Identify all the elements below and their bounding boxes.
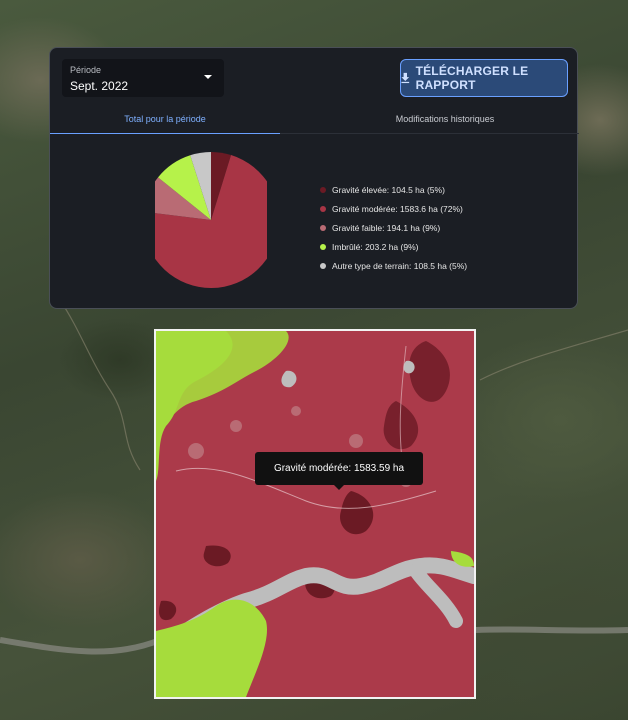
pie-legend: Gravité élevée: 104.5 ha (5%) Gravité mod…: [320, 180, 570, 275]
burn-severity-map[interactable]: [154, 329, 476, 699]
legend-dot-1: [320, 205, 326, 212]
legend-item-3[interactable]: Imbrûlé: 203.2 ha (9%): [320, 237, 570, 256]
tab-history[interactable]: Modifications historiques: [330, 108, 560, 133]
report-panel: Période Sept. 2022 TÉLÉCHARGER LE RAPPOR…: [49, 47, 579, 309]
map-tooltip: Gravité modérée: 1583.59 ha: [255, 452, 423, 485]
legend-dot-0: [320, 186, 326, 193]
legend-dot-2: [320, 224, 326, 231]
download-report-label: TÉLÉCHARGER LE RAPPORT: [415, 64, 529, 92]
legend-item-1[interactable]: Gravité modérée: 1583.6 ha (72%): [320, 199, 570, 218]
tooltip-arrow: [334, 485, 344, 490]
tab-period-total[interactable]: Total pour la période: [50, 108, 280, 134]
legend-label-4: Autre type de terrain: 108.5 ha (5%): [332, 260, 468, 271]
legend-label-2: Gravité faible: 194.1 ha (9%): [332, 222, 441, 233]
severity-pie-chart: [155, 152, 267, 288]
legend-dot-3: [320, 243, 326, 250]
tab-bar: Total pour la période Modifications hist…: [50, 108, 579, 134]
legend-item-4[interactable]: Autre type de terrain: 108.5 ha (5%): [320, 256, 570, 275]
download-icon: [401, 72, 410, 84]
legend-label-3: Imbrûlé: 203.2 ha (9%): [332, 241, 419, 252]
period-label: Période: [70, 65, 102, 75]
legend-item-2[interactable]: Gravité faible: 194.1 ha (9%): [320, 218, 570, 237]
legend-dot-4: [320, 262, 326, 269]
download-report-button[interactable]: TÉLÉCHARGER LE RAPPORT: [400, 59, 568, 97]
legend-item-0[interactable]: Gravité élevée: 104.5 ha (5%): [320, 180, 570, 199]
legend-label-0: Gravité élevée: 104.5 ha (5%): [332, 184, 445, 195]
period-value: Sept. 2022: [70, 79, 129, 93]
period-select[interactable]: Période Sept. 2022: [62, 59, 224, 97]
legend-label-1: Gravité modérée: 1583.6 ha (72%): [332, 203, 463, 214]
chevron-down-icon: [204, 75, 212, 79]
burn-severity-layer: [156, 331, 474, 697]
